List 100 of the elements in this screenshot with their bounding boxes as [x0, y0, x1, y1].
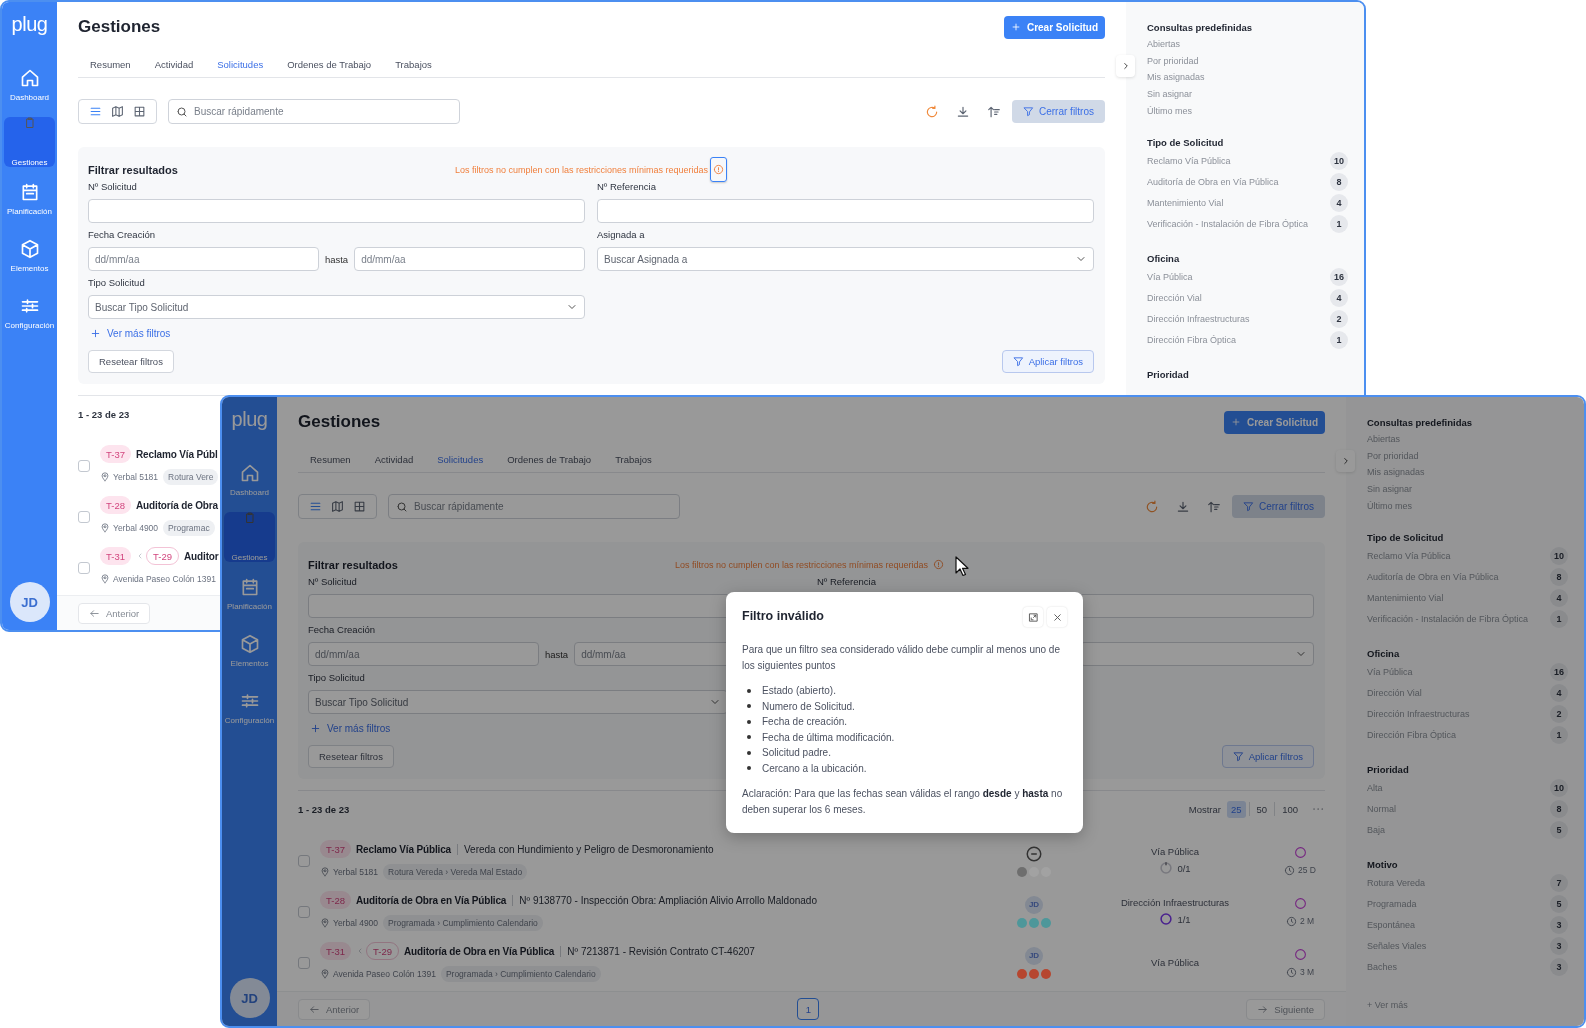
ticket-tag[interactable]: T-28 — [100, 496, 131, 514]
nav-item[interactable]: Configuración — [224, 683, 275, 733]
filter-option[interactable]: Baches — [1367, 962, 1398, 973]
filter-option[interactable]: Último mes — [1367, 500, 1412, 511]
nav-item[interactable]: Planificación — [224, 569, 275, 619]
filter-option[interactable]: Dirección Fibra Óptica — [1367, 730, 1457, 741]
filter-option[interactable]: Mantenimiento Vial — [1367, 593, 1444, 604]
date-field[interactable]: dd/mm/aa — [354, 247, 585, 271]
nav-item[interactable]: Dashboard — [224, 455, 275, 505]
tab[interactable]: Trabajos — [603, 454, 664, 465]
search-field[interactable]: Buscar rápidamente — [388, 494, 680, 519]
filter-option[interactable]: Alta — [1367, 783, 1383, 794]
filter-option[interactable]: Dirección Vial — [1367, 688, 1422, 699]
filter-option[interactable]: Reclamo Vía Pública — [1147, 156, 1231, 167]
dropdown-field[interactable]: Buscar Tipo Solicitud — [88, 295, 585, 319]
ticket-tag[interactable]: T-31 — [320, 942, 351, 960]
more-filters-link[interactable]: Ver más filtros — [88, 325, 171, 341]
nav-item[interactable]: Configuración — [4, 288, 55, 338]
info-button[interactable] — [710, 157, 728, 182]
filter-option[interactable]: Auditoría de Obra en Vía Pública — [1147, 177, 1279, 188]
filter-option[interactable]: Verificación - Instalación de Fibra Óptica — [1147, 219, 1309, 230]
filter-option[interactable]: Mis asignadas — [1147, 72, 1205, 83]
nav-item[interactable]: Elementos — [4, 231, 55, 281]
input-field[interactable] — [597, 199, 1094, 223]
filter-option[interactable]: Abiertas — [1147, 39, 1181, 50]
create-button[interactable]: Crear Solicitud — [1004, 15, 1105, 39]
refresh-icon[interactable] — [1145, 499, 1159, 514]
filter-option[interactable]: Espontánea — [1367, 920, 1416, 931]
dropdown-field[interactable]: Buscar Asignada a — [597, 247, 1094, 271]
filter-option[interactable]: Vía Pública — [1147, 272, 1193, 283]
tab[interactable]: Actividad — [362, 454, 426, 465]
filter-option[interactable]: Por prioridad — [1367, 450, 1419, 461]
list-view-icon[interactable] — [309, 500, 323, 513]
tab[interactable]: Solicitudes — [425, 454, 496, 465]
map-view-icon[interactable] — [331, 500, 344, 513]
more-filters-link[interactable]: Ver más filtros — [308, 720, 391, 736]
dropdown-field[interactable]: Buscar Tipo Solicitud — [308, 690, 728, 714]
tab[interactable]: Ordenes de Trabajo — [495, 454, 604, 465]
request-title[interactable]: Auditoría de Obra — [136, 499, 218, 511]
request-title[interactable]: Reclamo Vía Pública — [356, 843, 451, 855]
ticket-tag[interactable]: T-29 — [366, 942, 400, 960]
filter-option[interactable]: Rotura Vereda — [1367, 878, 1426, 889]
checkbox[interactable] — [298, 854, 310, 867]
apply-filters-button[interactable]: Aplicar filtros — [1221, 745, 1314, 768]
nav-item[interactable]: Gestiones — [4, 117, 55, 167]
create-button[interactable]: Crear Solicitud — [1224, 410, 1325, 434]
filter-option[interactable]: Abiertas — [1367, 434, 1401, 445]
map-view-icon[interactable] — [111, 105, 124, 118]
download-icon[interactable] — [1176, 499, 1190, 514]
tab[interactable]: Ordenes de Trabajo — [275, 59, 384, 70]
filter-option[interactable]: Auditoría de Obra en Vía Pública — [1367, 572, 1499, 583]
page-size-option[interactable]: 50 — [1252, 800, 1272, 818]
download-icon[interactable] — [956, 104, 970, 119]
filter-option[interactable]: Vía Pública — [1367, 667, 1413, 678]
date-field[interactable]: dd/mm/aa — [88, 247, 319, 271]
ticket-tag[interactable]: T-29 — [146, 547, 180, 565]
filter-option[interactable]: Verificación - Instalación de Fibra Óptica — [1367, 614, 1529, 625]
filter-option[interactable]: Baja — [1367, 825, 1385, 836]
reset-filters-button[interactable]: Resetear filtros — [308, 745, 394, 768]
filter-option[interactable]: Sin asignar — [1147, 89, 1193, 100]
filter-option[interactable]: Reclamo Vía Pública — [1367, 551, 1451, 562]
checkbox[interactable] — [78, 510, 90, 523]
request-title[interactable]: Auditoría de Obra en Vía Pública — [356, 894, 507, 906]
collapse-button[interactable] — [1336, 450, 1355, 472]
ticket-tag[interactable]: T-37 — [100, 445, 131, 463]
grid-view-icon[interactable] — [352, 500, 366, 513]
filter-option[interactable]: Último mes — [1147, 105, 1192, 116]
ticket-tag[interactable]: T-28 — [320, 891, 351, 909]
nav-item[interactable]: Planificación — [4, 174, 55, 224]
sort-icon[interactable] — [1207, 499, 1221, 514]
date-field[interactable]: dd/mm/aa — [308, 642, 539, 666]
close-filters-button[interactable]: Cerrar filtros — [1012, 100, 1105, 123]
filter-option[interactable]: Dirección Fibra Óptica — [1147, 335, 1237, 346]
request-title[interactable]: Reclamo Vía Públ — [136, 448, 218, 460]
tab[interactable]: Resumen — [298, 454, 363, 465]
refresh-icon[interactable] — [925, 104, 939, 119]
input-field[interactable] — [88, 199, 585, 223]
filter-option[interactable]: Señales Viales — [1367, 941, 1427, 952]
checkbox[interactable] — [298, 956, 310, 969]
collapse-button[interactable] — [1116, 55, 1135, 77]
see-more-link[interactable]: + Ver más — [1367, 999, 1408, 1010]
filter-option[interactable]: Dirección Infraestructuras — [1147, 314, 1250, 325]
page-size-option[interactable]: 25 — [1227, 800, 1246, 818]
filter-option[interactable]: Dirección Infraestructuras — [1367, 709, 1470, 720]
checkbox[interactable] — [78, 459, 90, 472]
page-size-option[interactable]: 100 — [1278, 800, 1302, 818]
filter-option[interactable]: Mantenimiento Vial — [1147, 198, 1224, 209]
page-button[interactable]: 1 — [797, 998, 820, 1020]
tab[interactable]: Resumen — [78, 59, 143, 70]
close-filters-button[interactable]: Cerrar filtros — [1232, 495, 1325, 518]
reset-filters-button[interactable]: Resetear filtros — [88, 350, 174, 373]
filter-option[interactable]: Dirección Vial — [1147, 293, 1202, 304]
filter-option[interactable]: Mis asignadas — [1367, 467, 1425, 478]
list-view-icon[interactable] — [89, 105, 103, 118]
filter-option[interactable]: Normal — [1367, 804, 1396, 815]
ticket-tag[interactable]: T-37 — [320, 840, 351, 858]
ticket-tag[interactable]: T-31 — [100, 547, 131, 565]
nav-item[interactable]: Dashboard — [4, 60, 55, 110]
user-avatar[interactable]: JD — [229, 978, 270, 1018]
tab[interactable]: Trabajos — [383, 59, 444, 70]
